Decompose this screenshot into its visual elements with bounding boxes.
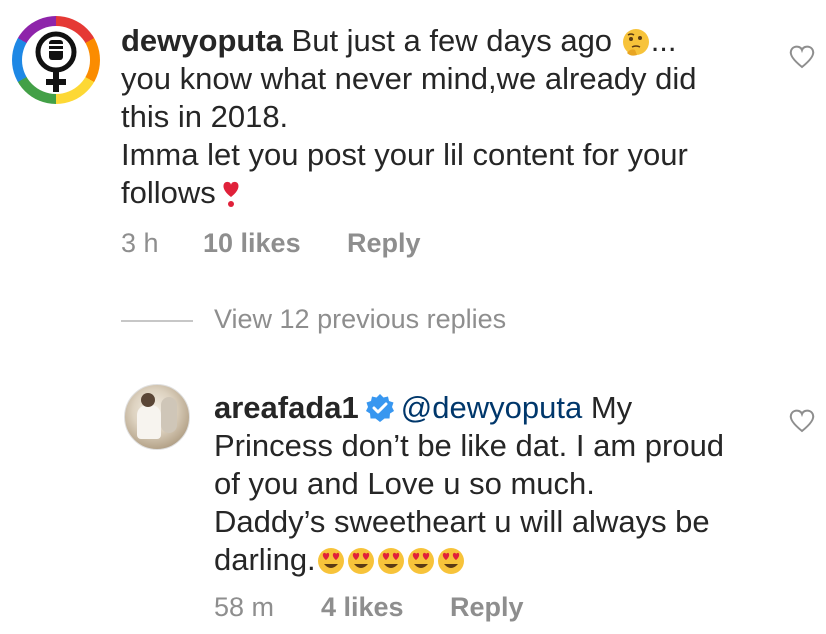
like-heart-icon[interactable] <box>787 406 817 436</box>
comment-item: dewyoputa But just a few days ago ... yo… <box>0 0 826 280</box>
heart-eyes-icon <box>377 548 404 574</box>
reply-button[interactable]: Reply <box>450 592 524 623</box>
comment-body-line: Princess don’t be like dat. I am proud <box>214 428 725 463</box>
heart-eyes-icon <box>437 548 464 574</box>
comment-body-line: darling. <box>214 542 316 577</box>
ellipsis-text: ... <box>650 23 677 58</box>
comment-body-line: My <box>590 390 633 425</box>
like-heart-icon[interactable] <box>787 42 817 72</box>
comment-text: areafada1 @dewyoputa My Princess don’t b… <box>214 389 774 579</box>
avatar[interactable] <box>124 384 190 450</box>
view-replies-label: View 12 previous replies <box>214 304 507 334</box>
comment-time: 3 h <box>121 228 159 258</box>
comment-body-line: this in 2018. <box>121 99 289 134</box>
heart-eyes-emoji-group <box>316 542 466 577</box>
heart-eyes-icon <box>317 548 344 574</box>
heart-exclamation-icon <box>223 181 239 207</box>
mention-link[interactable]: @dewyoputa <box>401 390 582 425</box>
verified-badge-icon <box>365 394 394 422</box>
feminist-fist-icon <box>22 26 90 94</box>
view-previous-replies-button[interactable]: View 12 previous replies <box>121 300 621 340</box>
comment-time: 58 m <box>214 592 275 622</box>
comment-body-line: of you and Love u so much. <box>214 466 595 501</box>
comment-username[interactable]: dewyoputa <box>121 23 283 58</box>
reply-button[interactable]: Reply <box>347 228 421 259</box>
comment-body-line: follows <box>121 175 216 210</box>
comment-username[interactable]: areafada1 <box>214 390 359 425</box>
comment-body-line: Daddy’s sweetheart u will always be <box>214 504 710 539</box>
comment-body-line: Imma let you post your lil content for y… <box>121 137 688 172</box>
likes-count-link[interactable]: 4 likes <box>321 592 404 623</box>
likes-count-link[interactable]: 10 likes <box>203 228 301 259</box>
replies-divider <box>121 320 193 322</box>
avatar[interactable] <box>12 16 100 104</box>
heart-eyes-icon <box>347 548 374 574</box>
comment-body-line: But just a few days ago <box>291 23 613 58</box>
comment-text: dewyoputa But just a few days ago ... yo… <box>121 22 761 212</box>
thinking-face-icon <box>622 29 649 56</box>
comment-body-line: you know what never mind,we already did <box>121 61 697 96</box>
heart-eyes-icon <box>407 548 434 574</box>
reply-item: areafada1 @dewyoputa My Princess don’t b… <box>0 370 826 634</box>
